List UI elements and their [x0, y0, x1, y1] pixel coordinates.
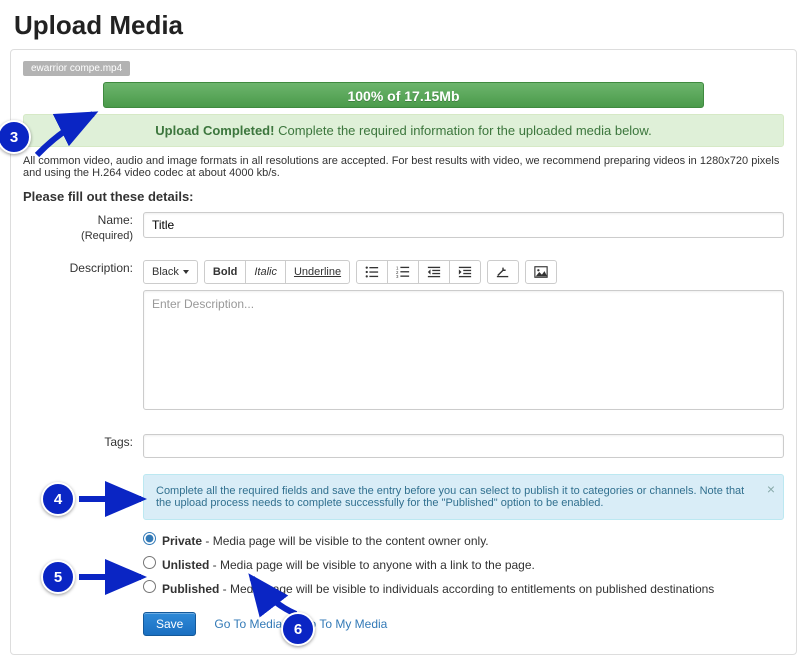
list-ol-icon: 123 — [396, 265, 410, 279]
indent-icon — [458, 265, 472, 279]
color-label: Black — [152, 266, 179, 278]
visibility-published[interactable]: Published - Media page will be visible t… — [143, 578, 784, 596]
go-to-media-link[interactable]: Go To Media — [214, 617, 282, 631]
outdent-button[interactable] — [418, 260, 450, 284]
underline-button[interactable]: Underline — [285, 260, 350, 284]
name-label: Name: (Required) — [23, 212, 143, 244]
name-row: Name: (Required) — [23, 212, 784, 244]
underline-label: Underline — [294, 266, 341, 278]
svg-text:3: 3 — [396, 274, 399, 279]
page-title: Upload Media — [14, 10, 807, 41]
bold-button[interactable]: Bold — [204, 260, 246, 284]
bold-label: Bold — [213, 266, 237, 278]
alert-lead: Upload Completed! — [155, 123, 274, 138]
arrow-icon — [75, 567, 149, 587]
save-button[interactable]: Save — [143, 612, 196, 636]
private-label: Private — [162, 534, 202, 548]
close-icon[interactable]: × — [767, 481, 775, 497]
outdent-icon — [427, 265, 441, 279]
description-input[interactable]: Enter Description... — [143, 290, 784, 410]
format-note: All common video, audio and image format… — [23, 155, 784, 179]
image-icon — [534, 265, 548, 279]
tags-label: Tags: — [23, 434, 143, 450]
private-desc: - Media page will be visible to the cont… — [202, 534, 489, 548]
callout-4-circle: 4 — [41, 482, 75, 516]
progress-bar: 100% of 17.15Mb — [103, 82, 704, 108]
callout-5: 5 — [41, 560, 149, 594]
description-label: Description: — [23, 260, 143, 276]
info-text: Complete all the required fields and sav… — [156, 485, 744, 509]
upload-complete-alert: Upload Completed! Complete the required … — [23, 114, 784, 147]
upload-panel: ewarrior compe.mp4 100% of 17.15Mb Uploa… — [10, 49, 797, 655]
arrow-icon — [75, 489, 149, 509]
details-section-title: Please fill out these details: — [23, 189, 784, 204]
caret-down-icon — [183, 270, 189, 274]
published-desc: - Media page will be visible to individu… — [219, 582, 714, 596]
tags-row: Tags: — [23, 434, 784, 458]
link-button[interactable] — [487, 260, 519, 284]
visibility-private[interactable]: Private - Media page will be visible to … — [143, 530, 784, 548]
italic-button[interactable]: Italic — [245, 260, 286, 284]
file-chip: ewarrior compe.mp4 — [23, 61, 130, 76]
alert-tail: Complete the required information for th… — [278, 123, 652, 138]
ordered-list-button[interactable]: 123 — [387, 260, 419, 284]
private-radio[interactable] — [143, 532, 156, 545]
unlisted-label: Unlisted — [162, 558, 209, 572]
unlisted-radio[interactable] — [143, 556, 156, 569]
name-required: (Required) — [23, 228, 133, 244]
visibility-group: Private - Media page will be visible to … — [143, 530, 784, 596]
visibility-unlisted[interactable]: Unlisted - Media page will be visible to… — [143, 554, 784, 572]
image-button[interactable] — [525, 260, 557, 284]
tags-input[interactable] — [143, 434, 784, 458]
progress-row: 100% of 17.15Mb — [23, 82, 784, 108]
unlisted-desc: - Media page will be visible to anyone w… — [209, 558, 535, 572]
description-row: Description: Black Bold Italic Underline… — [23, 260, 784, 410]
name-input[interactable] — [143, 212, 784, 238]
list-ul-icon — [365, 265, 379, 279]
link-icon — [496, 265, 510, 279]
go-to-my-media-link[interactable]: Go To My Media — [300, 617, 387, 631]
published-label: Published — [162, 582, 219, 596]
rte-toolbar: Black Bold Italic Underline 123 — [143, 260, 784, 284]
name-label-text: Name: — [98, 213, 133, 227]
published-radio[interactable] — [143, 580, 156, 593]
publish-info-box: Complete all the required fields and sav… — [143, 474, 784, 520]
color-dropdown[interactable]: Black — [143, 260, 198, 284]
italic-label: Italic — [254, 266, 277, 278]
callout-5-circle: 5 — [41, 560, 75, 594]
actions-row: Save Go To Media Go To My Media — [143, 612, 784, 636]
callout-4: 4 — [41, 482, 149, 516]
unordered-list-button[interactable] — [356, 260, 388, 284]
indent-button[interactable] — [449, 260, 481, 284]
